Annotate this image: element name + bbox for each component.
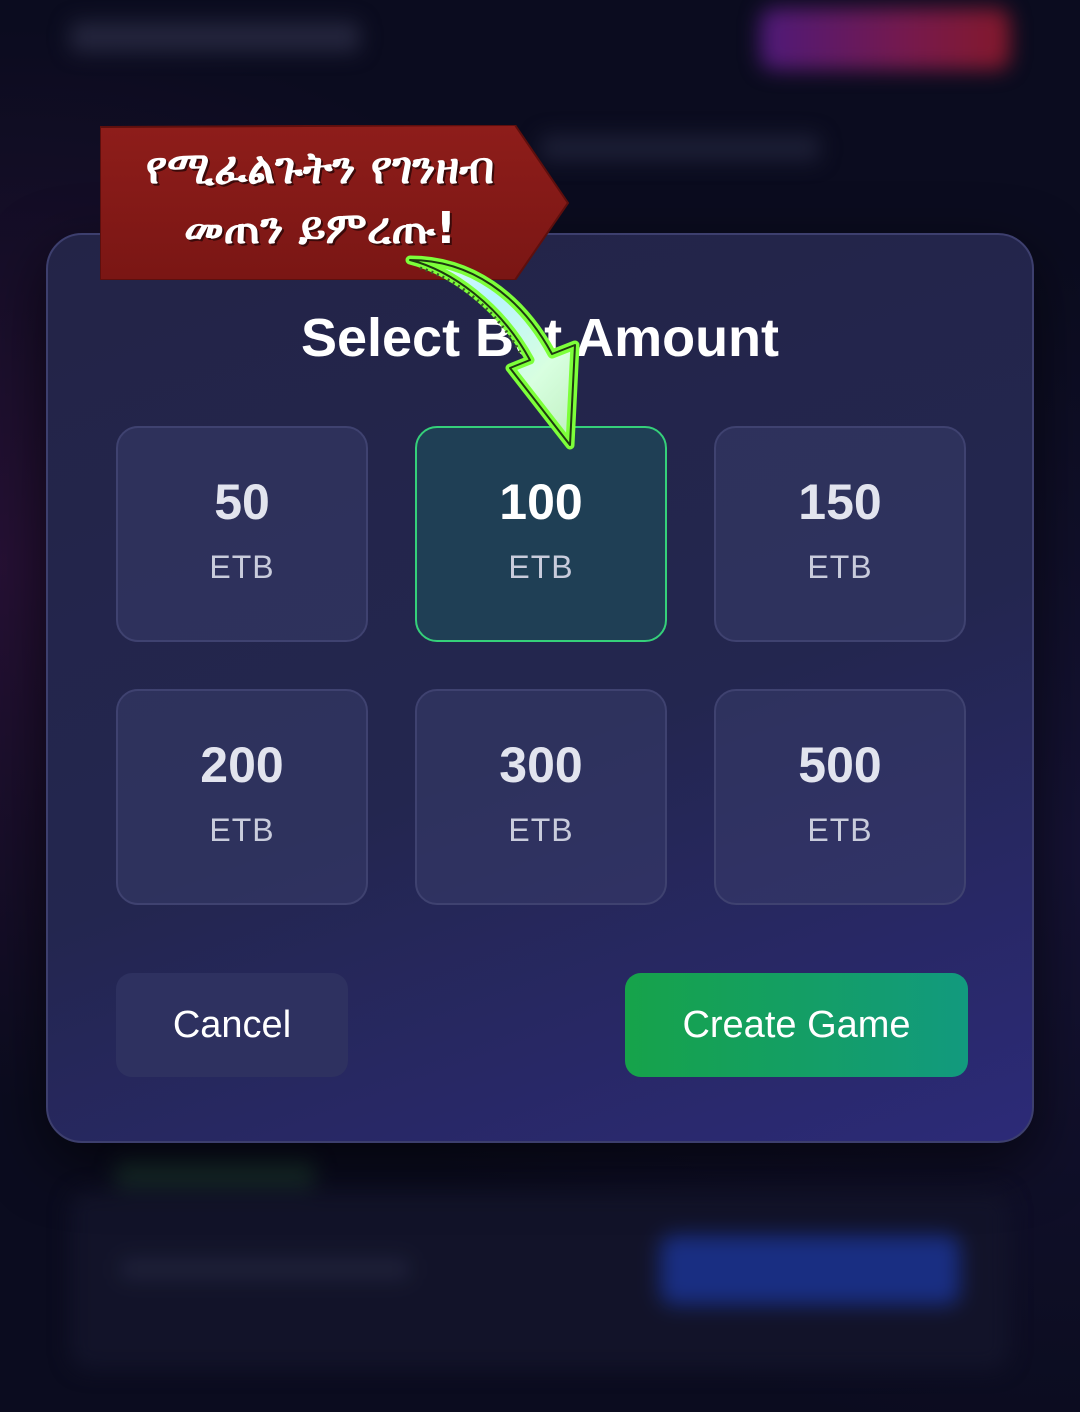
background-card-button — [660, 1235, 960, 1305]
amount-value: 150 — [798, 473, 882, 530]
pointer-arrow-icon — [405, 255, 580, 450]
background-subtitle — [540, 135, 820, 161]
amount-unit: ETB — [209, 811, 275, 848]
amount-value: 200 — [200, 736, 284, 793]
background-card-text — [120, 1258, 410, 1280]
banner-text: የሚፈልጉትን የገንዘብ መጠን ይምረጡ! — [100, 139, 540, 259]
amount-unit: ETB — [508, 548, 574, 585]
amount-option-500[interactable]: 500 ETB — [714, 689, 966, 905]
create-game-button[interactable]: Create Game — [625, 973, 968, 1077]
amount-unit: ETB — [209, 548, 275, 585]
page: Select Bet Amount 50 ETB 100 ETB 150 ETB… — [0, 0, 1080, 1412]
amount-option-150[interactable]: 150 ETB — [714, 426, 966, 642]
amount-option-300[interactable]: 300 ETB — [415, 689, 667, 905]
amount-unit: ETB — [807, 548, 873, 585]
amount-option-200[interactable]: 200 ETB — [116, 689, 368, 905]
background-card-label — [115, 1160, 315, 1188]
amount-value: 500 — [798, 736, 882, 793]
amount-value: 50 — [214, 473, 270, 530]
amount-value: 300 — [499, 736, 583, 793]
background-title — [70, 22, 360, 52]
banner-line-1: የሚፈልጉትን የገንዘብ — [145, 143, 495, 194]
amount-unit: ETB — [807, 811, 873, 848]
amount-value: 100 — [499, 473, 583, 530]
background-top-button — [760, 8, 1010, 70]
cancel-button[interactable]: Cancel — [116, 973, 348, 1077]
amount-unit: ETB — [508, 811, 574, 848]
amount-option-50[interactable]: 50 ETB — [116, 426, 368, 642]
